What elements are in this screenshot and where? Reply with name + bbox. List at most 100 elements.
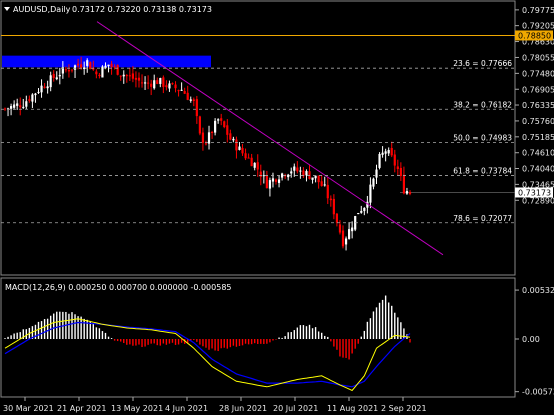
candle-body <box>40 85 43 93</box>
candle-body <box>83 67 86 70</box>
symbol-label: AUDUSD,Daily <box>13 5 71 14</box>
candle-body <box>64 69 68 71</box>
candle-body <box>165 85 168 88</box>
candle-body <box>408 192 412 194</box>
candle-body <box>67 69 71 72</box>
candle-body <box>399 167 402 177</box>
candle-body <box>180 89 183 91</box>
date-label: 30 Mar 2021 <box>3 404 54 413</box>
candle-body <box>153 80 156 89</box>
candle-body <box>25 101 28 107</box>
candle-body <box>107 64 110 67</box>
candle-body <box>375 169 378 178</box>
candle-body <box>86 60 89 66</box>
candle-body <box>131 73 134 79</box>
candle-body <box>335 213 339 223</box>
candle-body <box>9 106 13 109</box>
candle-body <box>95 71 98 75</box>
candle-body <box>156 80 159 84</box>
candle-body <box>122 74 125 77</box>
candle-body <box>119 75 122 77</box>
price-tick-label: 0.74040 <box>522 164 554 173</box>
macd-tick-label: -0.00573 <box>522 388 554 397</box>
candle-body <box>55 77 58 80</box>
candle-body <box>128 75 131 77</box>
candle-body <box>332 198 335 215</box>
price-tick-label: 0.74610 <box>522 149 554 158</box>
candle-body <box>210 131 214 134</box>
candle-body <box>238 146 241 150</box>
candle-body <box>226 125 229 135</box>
candle-body <box>338 224 342 233</box>
candle-body <box>357 213 360 215</box>
candle-body <box>207 132 211 144</box>
candle-body <box>323 184 326 186</box>
candle-body <box>22 106 25 108</box>
candle-body <box>378 154 381 168</box>
candle-body <box>271 178 275 182</box>
candle-body <box>268 180 272 189</box>
candle-body <box>360 210 363 213</box>
candle-body <box>49 75 52 88</box>
candle-body <box>147 82 150 84</box>
macd-tick-label: 0.00532 <box>522 286 554 295</box>
candle-body <box>73 65 77 70</box>
candle-body <box>381 152 384 155</box>
candle-body <box>198 116 201 134</box>
candle-body <box>247 157 250 159</box>
candle-body <box>195 99 198 117</box>
price-tick-label: 0.76905 <box>522 85 554 94</box>
candle-body <box>116 64 119 75</box>
candle-body <box>159 78 162 84</box>
candle-body <box>31 94 34 102</box>
candle-body <box>326 184 329 199</box>
candle-body <box>296 167 299 172</box>
price-tick-label: 0.75760 <box>522 117 554 126</box>
chart-window[interactable]: AUDUSD,Daily 0.73172 0.73220 0.73138 0.7… <box>0 0 554 415</box>
candle-body <box>253 162 256 168</box>
candle-body <box>396 166 399 170</box>
candle-body <box>113 66 116 68</box>
candle-body <box>369 184 372 203</box>
fibonacci-label: 23.6 = 0.77666 <box>453 59 512 68</box>
candle-body <box>262 175 265 177</box>
fibonacci-label: 61.8 = 0.73784 <box>453 167 512 176</box>
candle-body <box>134 77 138 80</box>
resistance-price-label: 0.78850 <box>518 31 551 40</box>
date-label: 20 Jul 2021 <box>273 404 318 413</box>
candle-body <box>162 77 165 87</box>
candle-body <box>174 84 177 89</box>
candle-body <box>317 175 320 183</box>
candle-body <box>214 120 217 133</box>
candle-body <box>171 83 174 85</box>
candle-body <box>201 132 205 143</box>
candle-body <box>244 153 247 159</box>
price-tick-label: 0.78055 <box>522 53 554 62</box>
candle-body <box>3 108 7 110</box>
candle-body <box>186 92 189 100</box>
candle-body <box>98 74 101 76</box>
highlight-box <box>2 55 211 68</box>
candle-body <box>393 154 396 166</box>
candle-body <box>223 121 226 128</box>
price-tick-label: 0.79775 <box>522 6 554 15</box>
candle-body <box>189 99 192 101</box>
candle-body <box>259 171 262 177</box>
date-label: 4 Jun 2021 <box>165 404 208 413</box>
candle-body <box>250 157 253 167</box>
candle-body <box>281 173 284 178</box>
candle-body <box>168 83 171 89</box>
candle-body <box>125 75 128 77</box>
candle-body <box>177 90 180 92</box>
date-label: 11 Aug 2021 <box>327 404 378 413</box>
candle-body <box>80 64 83 68</box>
candle-body <box>274 179 278 182</box>
candle-body <box>320 181 323 186</box>
candle-body <box>347 229 351 239</box>
candle-body <box>287 174 290 178</box>
macd-tick-label: 0.00 <box>522 335 540 344</box>
candle-body <box>110 63 113 68</box>
candle-body <box>137 77 141 81</box>
candle-body <box>143 82 147 84</box>
candle-body <box>351 227 354 232</box>
